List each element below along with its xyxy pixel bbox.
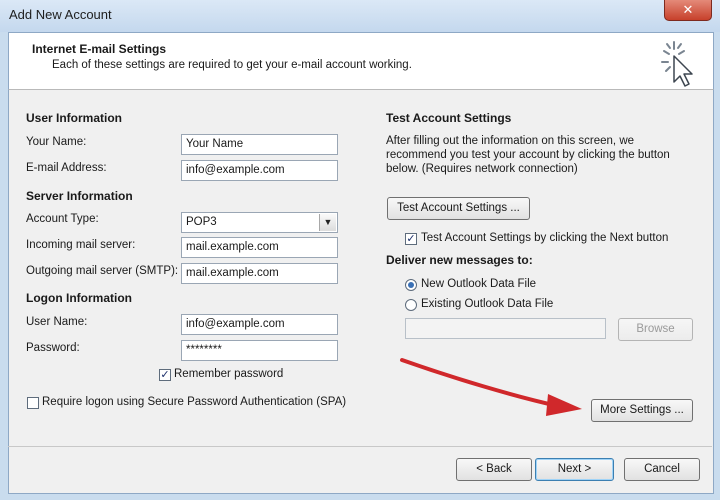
test-account-settings-button[interactable]: Test Account Settings ... — [387, 197, 530, 220]
data-file-path-input[interactable] — [405, 318, 606, 339]
existing-data-file-label: Existing Outlook Data File — [421, 298, 554, 310]
window-title: Add New Account — [9, 7, 112, 22]
account-type-label: Account Type: — [26, 213, 99, 225]
account-type-select[interactable]: POP3 ▼ — [181, 212, 338, 233]
server-info-heading: Server Information — [26, 189, 133, 203]
cancel-button[interactable]: Cancel — [624, 458, 700, 481]
user-info-heading: User Information — [26, 111, 123, 125]
test-description-line2: recommend you test your account by click… — [386, 149, 670, 161]
header-subtitle: Each of these settings are required to g… — [52, 59, 412, 71]
incoming-server-label: Incoming mail server: — [26, 239, 136, 251]
close-icon: ✕ — [682, 2, 694, 17]
email-label: E-mail Address: — [26, 162, 107, 174]
existing-data-file-radio[interactable] — [405, 299, 417, 311]
username-label: User Name: — [26, 316, 88, 328]
footer-divider — [8, 446, 712, 447]
password-input[interactable]: ******** — [181, 340, 338, 361]
incoming-server-input[interactable]: mail.example.com — [181, 237, 338, 258]
test-description-line3: below. (Requires network connection) — [386, 163, 578, 175]
outgoing-server-input[interactable]: mail.example.com — [181, 263, 338, 284]
new-data-file-label: New Outlook Data File — [421, 278, 537, 290]
wizard-cursor-icon — [661, 41, 693, 87]
header-title: Internet E-mail Settings — [32, 42, 167, 56]
remember-password-label: Remember password — [174, 368, 284, 380]
username-input[interactable]: info@example.com — [181, 314, 338, 335]
dialog-body — [8, 32, 714, 494]
name-input[interactable]: Your Name — [181, 134, 338, 155]
account-type-value: POP3 — [186, 216, 217, 228]
spa-label: Require logon using Secure Password Auth… — [42, 396, 347, 408]
email-input[interactable]: info@example.com — [181, 160, 338, 181]
chevron-down-icon[interactable]: ▼ — [319, 214, 336, 231]
password-label: Password: — [26, 342, 80, 354]
more-settings-button[interactable]: More Settings ... — [591, 399, 693, 422]
deliver-heading: Deliver new messages to: — [386, 253, 533, 267]
remember-password-checkbox[interactable]: ✓ — [159, 369, 171, 381]
close-button[interactable]: ✕ — [664, 0, 712, 21]
test-settings-heading: Test Account Settings — [386, 111, 512, 125]
name-label: Your Name: — [26, 136, 87, 148]
test-description-line1: After filling out the information on thi… — [386, 135, 635, 147]
back-button[interactable]: < Back — [456, 458, 532, 481]
outgoing-server-label: Outgoing mail server (SMTP): — [26, 265, 179, 277]
new-data-file-radio[interactable] — [405, 279, 417, 291]
spa-checkbox[interactable] — [27, 397, 39, 409]
browse-button[interactable]: Browse — [618, 318, 693, 341]
next-button[interactable]: Next > — [535, 458, 614, 481]
annotation-arrow — [400, 358, 582, 416]
auto-test-label: Test Account Settings by clicking the Ne… — [421, 232, 669, 244]
auto-test-checkbox[interactable]: ✓ — [405, 233, 417, 245]
logon-info-heading: Logon Information — [26, 291, 132, 305]
